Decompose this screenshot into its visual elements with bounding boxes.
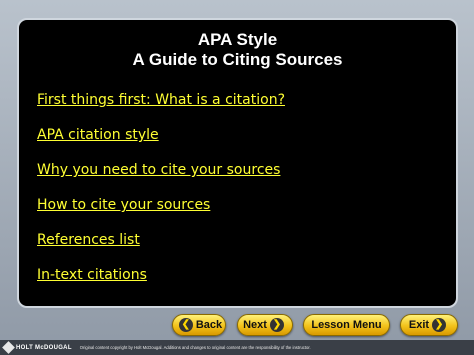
link-references-list[interactable]: References list	[37, 232, 285, 249]
presentation-frame: APA Style A Guide to Citing Sources Firs…	[0, 0, 474, 355]
lesson-menu-label: Lesson Menu	[311, 319, 382, 331]
title-line-1: APA Style	[197, 30, 278, 49]
chevron-right-icon: ❯	[432, 318, 447, 332]
exit-label: Exit	[408, 319, 430, 331]
next-label: Next	[243, 319, 267, 331]
back-button[interactable]: ❮ Back	[172, 314, 226, 336]
copyright-text: Original content copyright by Holt McDou…	[79, 345, 311, 350]
chevron-left-icon: ❮	[178, 318, 193, 332]
title-line-2: A Guide to Citing Sources	[132, 50, 343, 69]
link-in-text-citations[interactable]: In-text citations	[37, 267, 285, 284]
navigation-bar: ❮ Back Next ❯ Lesson Menu Exit ❯	[0, 314, 474, 340]
publisher-logo: HOLT McDOUGAL	[2, 341, 72, 354]
link-what-is-citation[interactable]: First things first: What is a citation?	[37, 92, 285, 109]
footer-bar: HOLT McDOUGAL Original content copyright…	[0, 340, 474, 355]
link-how-to-cite[interactable]: How to cite your sources	[37, 197, 285, 214]
slide-title: APA Style A Guide to Citing Sources	[19, 30, 456, 70]
publisher-mark-icon	[2, 341, 15, 354]
exit-button[interactable]: Exit ❯	[400, 314, 458, 336]
back-label: Back	[195, 319, 223, 331]
link-why-cite[interactable]: Why you need to cite your sources	[37, 162, 285, 179]
link-apa-citation-style[interactable]: APA citation style	[37, 127, 285, 144]
slide-panel: APA Style A Guide to Citing Sources Firs…	[17, 18, 458, 308]
chevron-right-icon: ❯	[269, 318, 284, 332]
next-button[interactable]: Next ❯	[237, 314, 293, 336]
topic-links: First things first: What is a citation? …	[37, 92, 285, 302]
publisher-name: HOLT McDOUGAL	[16, 344, 72, 351]
lesson-menu-button[interactable]: Lesson Menu	[303, 314, 390, 336]
